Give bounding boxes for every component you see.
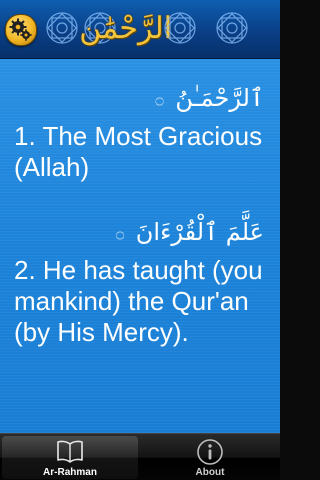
verse-content[interactable]: ۝ ٱلرَّحْمَـٰنُ 1. The Most Gracious (Al… (0, 59, 280, 433)
app-screen: الرَّحْمَٰن ۝ ٱلرَّحْمَـٰنُ 1. (0, 0, 280, 480)
ornament-icon (46, 12, 78, 44)
verse-arabic: ۝ عَلَّمَ ٱلْقُرْءَانَ (0, 215, 280, 249)
tab-bar: Ar-Rahman About (0, 433, 280, 480)
ayah-end-mark: ۝ (115, 225, 125, 241)
tab-ar-rahman[interactable]: Ar-Rahman (0, 434, 140, 480)
gears-icon (9, 18, 32, 41)
verse-arabic-text: ٱلرَّحْمَـٰنُ (175, 84, 264, 112)
ornament-icon (164, 12, 196, 44)
tab-about[interactable]: About (140, 434, 280, 480)
ayah-end-mark: ۝ (155, 91, 164, 107)
verse-translation: 2. He has taught (you mankind) the Qur'a… (14, 255, 263, 347)
ornament-icon (216, 12, 248, 44)
verse-arabic: ۝ ٱلرَّحْمَـٰنُ (0, 81, 280, 115)
header-bar: الرَّحْمَٰن (0, 0, 280, 59)
tab-label: About (195, 467, 225, 478)
settings-button[interactable] (5, 14, 37, 46)
tab-label: Ar-Rahman (43, 467, 97, 478)
book-icon (57, 440, 83, 463)
verse-item: ۝ ٱلرَّحْمَـٰنُ 1. The Most Gracious (Al… (0, 81, 280, 183)
info-icon (197, 439, 223, 465)
verse-item: ۝ عَلَّمَ ٱلْقُرْءَانَ 2. He has taught … (0, 215, 280, 348)
verse-arabic-text: عَلَّمَ ٱلْقُرْءَانَ (135, 218, 264, 246)
verse-translation: 1. The Most Gracious (Allah) (14, 121, 263, 182)
